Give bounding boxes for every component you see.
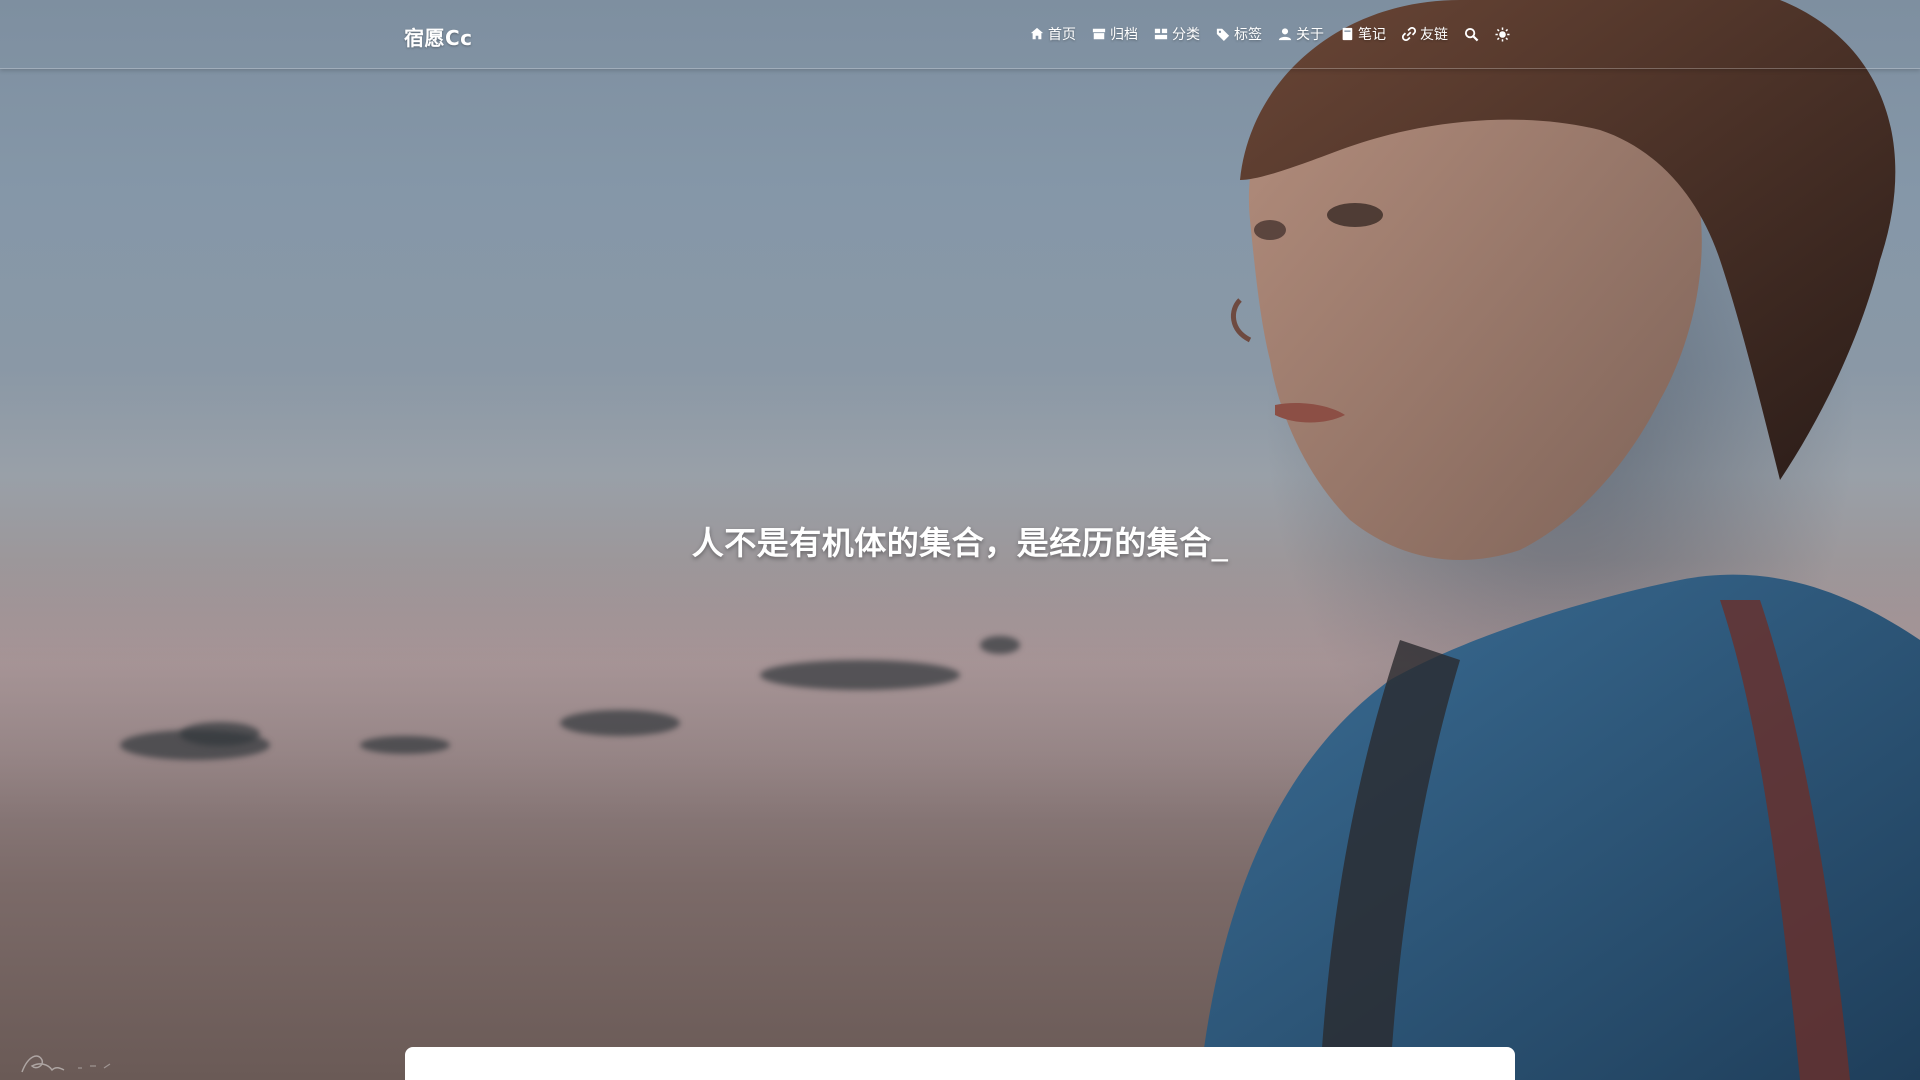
nav-archive-label: 归档	[1110, 27, 1138, 43]
sun-icon	[1495, 26, 1510, 42]
nav-tags-label: 标签	[1234, 27, 1262, 43]
search-button[interactable]	[1464, 27, 1479, 42]
book-icon	[1342, 27, 1353, 41]
tag-icon	[1216, 28, 1230, 41]
theme-toggle-button[interactable]	[1495, 26, 1510, 42]
nav-category[interactable]: 分类	[1154, 24, 1200, 44]
top-navbar: 宿愿Cc 首页 归档 分类 标签 关于 笔记 友链	[0, 0, 1920, 69]
user-icon	[1278, 28, 1292, 41]
main-nav: 首页 归档 分类 标签 关于 笔记 友链	[1030, 24, 1510, 44]
photographer-signature	[21, 1055, 111, 1073]
nav-notes[interactable]: 笔记	[1340, 24, 1386, 44]
nav-links-label: 友链	[1420, 27, 1448, 43]
category-icon	[1154, 28, 1168, 40]
home-icon	[1030, 27, 1044, 40]
cloud-patch	[980, 636, 1020, 654]
cloud-patch	[360, 736, 450, 754]
main-content-card	[405, 1047, 1515, 1080]
nav-notes-label: 笔记	[1358, 27, 1386, 43]
page: 宿愿Cc 首页 归档 分类 标签 关于 笔记 友链 人不是有机体的集合，是经历的…	[0, 0, 1920, 1080]
nav-about[interactable]: 关于	[1278, 24, 1324, 44]
link-icon	[1402, 27, 1416, 41]
cloud-patch	[560, 710, 680, 736]
typing-cursor: _	[1211, 524, 1229, 562]
hero-subtitle: 人不是有机体的集合，是经历的集合_	[0, 518, 1920, 564]
site-title[interactable]: 宿愿Cc	[404, 22, 473, 51]
search-icon	[1464, 27, 1479, 41]
cloud-patch	[180, 722, 260, 746]
nav-home[interactable]: 首页	[1030, 24, 1076, 44]
nav-links[interactable]: 友链	[1402, 24, 1448, 44]
hero-subtitle-text: 人不是有机体的集合，是经历的集合	[691, 524, 1212, 562]
archive-icon	[1092, 28, 1106, 40]
nav-archive[interactable]: 归档	[1092, 24, 1138, 44]
nav-tags[interactable]: 标签	[1216, 24, 1262, 44]
nav-category-label: 分类	[1172, 27, 1200, 43]
nav-home-label: 首页	[1048, 27, 1076, 43]
cloud-patch	[760, 660, 960, 690]
nav-about-label: 关于	[1296, 27, 1324, 43]
